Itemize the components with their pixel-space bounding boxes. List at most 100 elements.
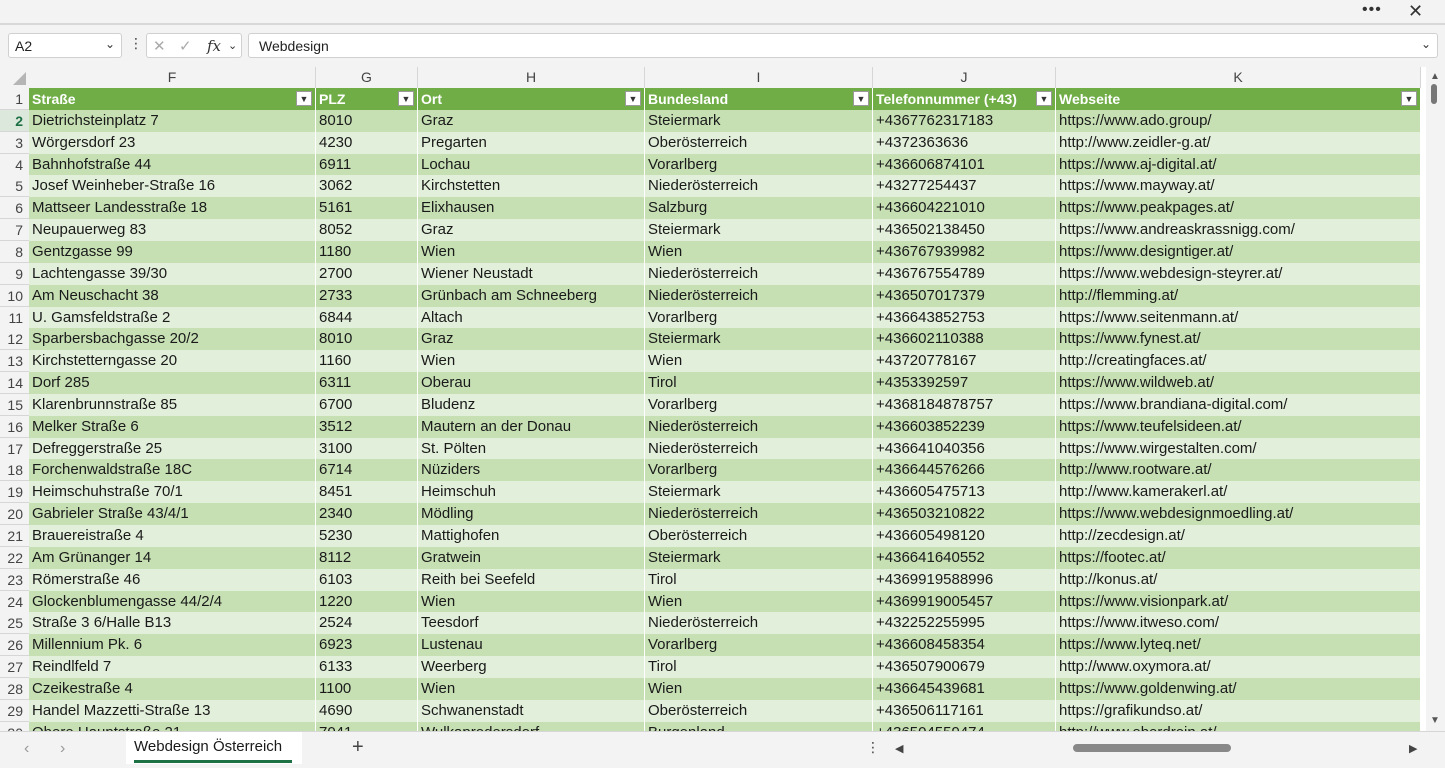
table-cell[interactable]: +436502138450: [873, 219, 1056, 242]
table-cell[interactable]: Kirchstetten: [418, 175, 645, 198]
table-cell[interactable]: https://www.wirgestalten.com/: [1056, 437, 1421, 460]
table-cell[interactable]: Wien: [418, 677, 645, 700]
table-cell[interactable]: +432252255995: [873, 612, 1056, 635]
table-cell[interactable]: Straße 3 6/Halle B13: [29, 612, 316, 635]
table-cell[interactable]: Wörgersdorf 23: [29, 131, 316, 154]
column-header-f[interactable]: F: [29, 67, 316, 88]
row-header[interactable]: 21: [0, 525, 29, 547]
table-cell[interactable]: +436606874101: [873, 153, 1056, 176]
table-cell[interactable]: Oberösterreich: [645, 525, 873, 547]
table-cell[interactable]: Mödling: [418, 503, 645, 526]
filter-dropdown-icon[interactable]: ▼: [1036, 91, 1052, 106]
table-cell[interactable]: Niederösterreich: [645, 437, 873, 460]
table-cell[interactable]: 2733: [316, 284, 418, 307]
table-cell[interactable]: Gratwein: [418, 546, 645, 569]
table-cell[interactable]: https://www.goldenwing.at/: [1056, 677, 1421, 700]
row-header[interactable]: 26: [0, 634, 29, 657]
table-cell[interactable]: Wien: [418, 350, 645, 373]
row-header[interactable]: 12: [0, 328, 29, 351]
table-cell[interactable]: https://grafikundso.at/: [1056, 699, 1421, 722]
table-cell[interactable]: Graz: [418, 328, 645, 351]
table-cell[interactable]: 8112: [316, 546, 418, 569]
table-cell[interactable]: Graz: [418, 219, 645, 242]
table-cell[interactable]: Vorarlberg: [645, 634, 873, 657]
table-cell[interactable]: Dietrichsteinplatz 7: [29, 109, 316, 132]
table-cell[interactable]: Wulkaprodersdorf: [418, 721, 645, 731]
row-header[interactable]: 1: [0, 88, 29, 110]
table-cell[interactable]: Sparbersbachgasse 20/2: [29, 328, 316, 351]
table-cell[interactable]: 2700: [316, 262, 418, 285]
table-cell[interactable]: 1160: [316, 350, 418, 373]
table-cell[interactable]: Vorarlberg: [645, 459, 873, 482]
table-cell[interactable]: 7041: [316, 721, 418, 731]
row-header[interactable]: 8: [0, 240, 29, 263]
horizontal-scroll-thumb[interactable]: [1073, 744, 1231, 752]
table-cell[interactable]: Obere Hauptstraße 21: [29, 721, 316, 731]
table-cell[interactable]: http://www.zeidler-g.at/: [1056, 131, 1421, 154]
table-cell[interactable]: https://www.ado.group/: [1056, 109, 1421, 132]
table-cell[interactable]: https://www.fynest.at/: [1056, 328, 1421, 351]
row-header[interactable]: 29: [0, 699, 29, 722]
filter-dropdown-icon[interactable]: ▼: [296, 91, 312, 106]
table-cell[interactable]: 6911: [316, 153, 418, 176]
table-cell[interactable]: 8451: [316, 481, 418, 504]
filter-dropdown-icon[interactable]: ▼: [398, 91, 414, 106]
row-header[interactable]: 14: [0, 372, 29, 395]
table-cell[interactable]: +4369919005457: [873, 590, 1056, 613]
table-cell[interactable]: https://www.brandiana-digital.com/: [1056, 393, 1421, 416]
table-cell[interactable]: https://www.peakpages.at/: [1056, 197, 1421, 220]
table-cell[interactable]: Graz: [418, 109, 645, 132]
row-header[interactable]: 17: [0, 437, 29, 460]
table-cell[interactable]: Kirchstetterngasse 20: [29, 350, 316, 373]
table-cell[interactable]: http://creatingfaces.at/: [1056, 350, 1421, 373]
table-cell[interactable]: Mattighofen: [418, 525, 645, 547]
row-header[interactable]: 7: [0, 219, 29, 242]
table-cell[interactable]: https://www.visionpark.at/: [1056, 590, 1421, 613]
row-header[interactable]: 16: [0, 415, 29, 438]
table-cell[interactable]: Lochau: [418, 153, 645, 176]
enter-icon[interactable]: ✓: [179, 37, 192, 55]
table-cell[interactable]: Pregarten: [418, 131, 645, 154]
table-cell[interactable]: Niederösterreich: [645, 612, 873, 635]
table-cell[interactable]: +436641640552: [873, 546, 1056, 569]
table-cell[interactable]: https://www.andreaskrassnigg.com/: [1056, 219, 1421, 242]
sheet-tab-active[interactable]: Webdesign Österreich: [126, 732, 302, 764]
table-cell[interactable]: Melker Straße 6: [29, 415, 316, 438]
header-cell[interactable]: PLZ ▼: [316, 88, 418, 110]
table-cell[interactable]: Czeikestraße 4: [29, 677, 316, 700]
table-cell[interactable]: Niederösterreich: [645, 415, 873, 438]
table-cell[interactable]: Römerstraße 46: [29, 568, 316, 591]
row-header[interactable]: 6: [0, 197, 29, 220]
table-cell[interactable]: 1100: [316, 677, 418, 700]
table-cell[interactable]: https://www.seitenmann.at/: [1056, 306, 1421, 329]
table-cell[interactable]: Neupauerweg 83: [29, 219, 316, 242]
column-header-g[interactable]: G: [316, 67, 418, 88]
table-cell[interactable]: Reith bei Seefeld: [418, 568, 645, 591]
row-header[interactable]: 15: [0, 393, 29, 416]
table-cell[interactable]: 2340: [316, 503, 418, 526]
table-cell[interactable]: +436767939982: [873, 240, 1056, 263]
table-cell[interactable]: 4230: [316, 131, 418, 154]
table-cell[interactable]: Steiermark: [645, 546, 873, 569]
expand-formula-icon[interactable]: ⌄: [1421, 37, 1431, 51]
table-cell[interactable]: Millennium Pk. 6: [29, 634, 316, 657]
row-header[interactable]: 18: [0, 459, 29, 482]
table-cell[interactable]: Gentzgasse 99: [29, 240, 316, 263]
row-header[interactable]: 28: [0, 677, 29, 700]
row-header[interactable]: 9: [0, 262, 29, 285]
table-cell[interactable]: Wien: [645, 677, 873, 700]
table-cell[interactable]: +436602110388: [873, 328, 1056, 351]
row-header[interactable]: 5: [0, 175, 29, 198]
table-cell[interactable]: +4367762317183: [873, 109, 1056, 132]
table-cell[interactable]: +436605475713: [873, 481, 1056, 504]
table-cell[interactable]: https://www.webdesign-steyrer.at/: [1056, 262, 1421, 285]
formula-input[interactable]: Webdesign ⌄: [248, 33, 1438, 58]
column-header-i[interactable]: I: [645, 67, 873, 88]
table-cell[interactable]: 8010: [316, 109, 418, 132]
table-cell[interactable]: Gabrieler Straße 43/4/1: [29, 503, 316, 526]
table-cell[interactable]: Lustenau: [418, 634, 645, 657]
table-cell[interactable]: 6103: [316, 568, 418, 591]
table-cell[interactable]: +4372363636: [873, 131, 1056, 154]
table-cell[interactable]: Forchenwaldstraße 18C: [29, 459, 316, 482]
scroll-up-icon[interactable]: ▲: [1430, 71, 1440, 82]
